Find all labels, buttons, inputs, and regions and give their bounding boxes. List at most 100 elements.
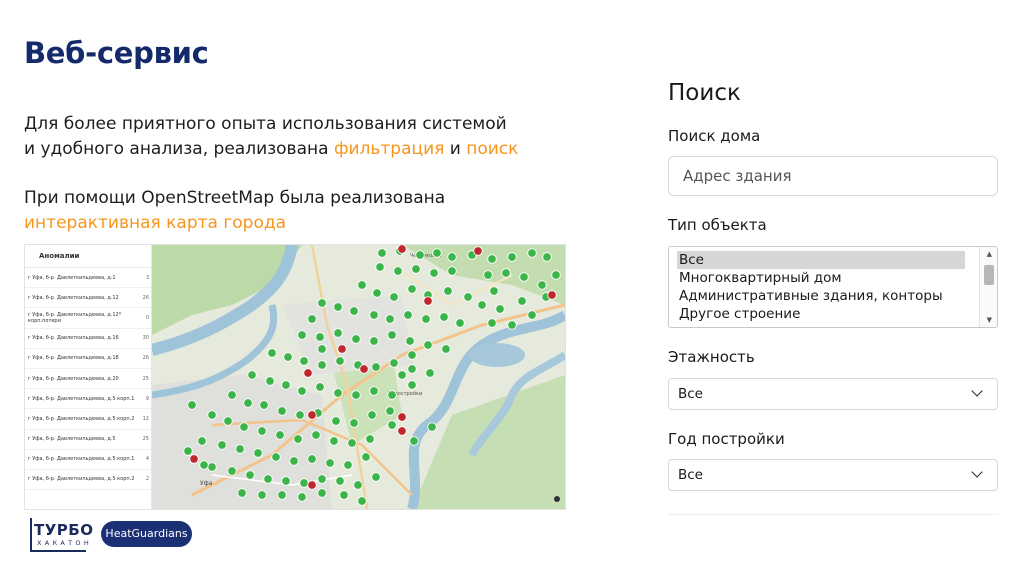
anomaly-row[interactable]: г Уфа, б-р. Давлеткильдеева, д.5 корп.2 1… [25,409,151,430]
building-marker[interactable] [357,496,367,506]
building-marker[interactable] [507,252,517,262]
building-marker[interactable] [197,436,207,446]
anomaly-marker[interactable] [307,480,317,490]
building-marker[interactable] [439,312,449,322]
building-marker[interactable] [389,292,399,302]
building-marker[interactable] [307,314,317,324]
building-marker[interactable] [372,288,382,298]
building-marker[interactable] [369,336,379,346]
building-marker[interactable] [385,314,395,324]
anomaly-row[interactable]: г Уфа, б-р. Давлеткильдеева, д.12 26 [25,288,151,309]
building-marker[interactable] [265,376,275,386]
building-marker[interactable] [317,344,327,354]
anomaly-marker[interactable] [307,410,317,420]
building-marker[interactable] [307,454,317,464]
building-marker[interactable] [275,430,285,440]
building-marker[interactable] [407,284,417,294]
listbox-scrollbar[interactable]: ▲ ▼ [979,247,997,327]
building-marker[interactable] [335,356,345,366]
anomaly-marker[interactable] [397,412,407,422]
year-select[interactable]: Все [668,459,998,491]
building-marker[interactable] [207,410,217,420]
building-marker[interactable] [551,270,561,280]
object-type-option[interactable]: Все [677,251,965,269]
anomaly-row[interactable]: г Уфа, б-р. Давлеткильдеева, д.20 25 [25,369,151,390]
anomaly-marker[interactable] [189,454,199,464]
building-marker[interactable] [227,390,237,400]
building-marker[interactable] [267,348,277,358]
anomaly-row[interactable]: г Уфа, б-р. Давлеткильдеева, д.5 корп.2 2 [25,470,151,491]
building-marker[interactable] [463,292,473,302]
building-marker[interactable] [281,380,291,390]
building-marker[interactable] [519,272,529,282]
building-marker[interactable] [253,448,263,458]
building-marker[interactable] [227,466,237,476]
building-marker[interactable] [333,388,343,398]
building-marker[interactable] [239,422,249,432]
building-marker[interactable] [429,268,439,278]
building-marker[interactable] [407,350,417,360]
building-marker[interactable] [325,458,335,468]
building-marker[interactable] [283,352,293,362]
building-marker[interactable] [537,280,547,290]
building-marker[interactable] [387,390,397,400]
building-marker[interactable] [293,434,303,444]
building-marker[interactable] [477,300,487,310]
building-marker[interactable] [489,286,499,296]
building-marker[interactable] [223,416,233,426]
building-marker[interactable] [339,490,349,500]
building-marker[interactable] [245,470,255,480]
building-marker[interactable] [347,438,357,448]
object-type-option[interactable]: Многоквартирный дом [669,269,969,287]
building-marker[interactable] [259,400,269,410]
building-marker[interactable] [315,382,325,392]
building-marker[interactable] [237,488,247,498]
building-marker[interactable] [411,264,421,274]
building-marker[interactable] [369,310,379,320]
object-type-option[interactable]: Другое строение [669,305,969,323]
building-marker[interactable] [361,452,371,462]
floors-select[interactable]: Все [668,378,998,410]
building-marker[interactable] [407,364,417,374]
building-marker[interactable] [387,330,397,340]
building-marker[interactable] [207,462,217,472]
building-marker[interactable] [389,358,399,368]
anomaly-row[interactable]: г Уфа, б-р. Давлеткильдеева, д.5 корп.1 4 [25,450,151,470]
building-marker[interactable] [455,318,465,328]
building-marker[interactable] [351,390,361,400]
anomaly-marker[interactable] [337,344,347,354]
building-marker[interactable] [425,368,435,378]
anomaly-row[interactable]: г Уфа, б-р. Давлеткильдеева, д.18 26 [25,349,151,369]
building-marker[interactable] [371,472,381,482]
building-marker[interactable] [517,296,527,306]
building-marker[interactable] [277,406,287,416]
building-marker[interactable] [421,314,431,324]
building-marker[interactable] [277,490,287,500]
building-marker[interactable] [263,474,273,484]
building-marker[interactable] [371,362,381,372]
building-marker[interactable] [183,446,193,456]
building-marker[interactable] [281,476,291,486]
building-marker[interactable] [405,336,415,346]
building-marker[interactable] [377,248,387,258]
anomaly-marker[interactable] [397,426,407,436]
building-marker[interactable] [299,478,309,488]
building-marker[interactable] [487,318,497,328]
building-marker[interactable] [527,248,537,258]
building-marker[interactable] [443,286,453,296]
building-marker[interactable] [432,248,442,258]
building-marker[interactable] [297,330,307,340]
anomaly-marker[interactable] [397,245,407,254]
building-marker[interactable] [507,320,517,330]
building-marker[interactable] [297,492,307,502]
building-marker[interactable] [297,386,307,396]
building-marker[interactable] [257,490,267,500]
building-marker[interactable] [403,310,413,320]
building-marker[interactable] [335,476,345,486]
anomaly-row[interactable]: г Уфа, б-р. Давлеткильдеева, д.5 корп.1 9 [25,389,151,410]
anomaly-marker[interactable] [547,290,557,300]
building-marker[interactable] [501,268,511,278]
building-marker[interactable] [441,344,451,354]
building-marker[interactable] [409,436,419,446]
building-marker[interactable] [295,410,305,420]
